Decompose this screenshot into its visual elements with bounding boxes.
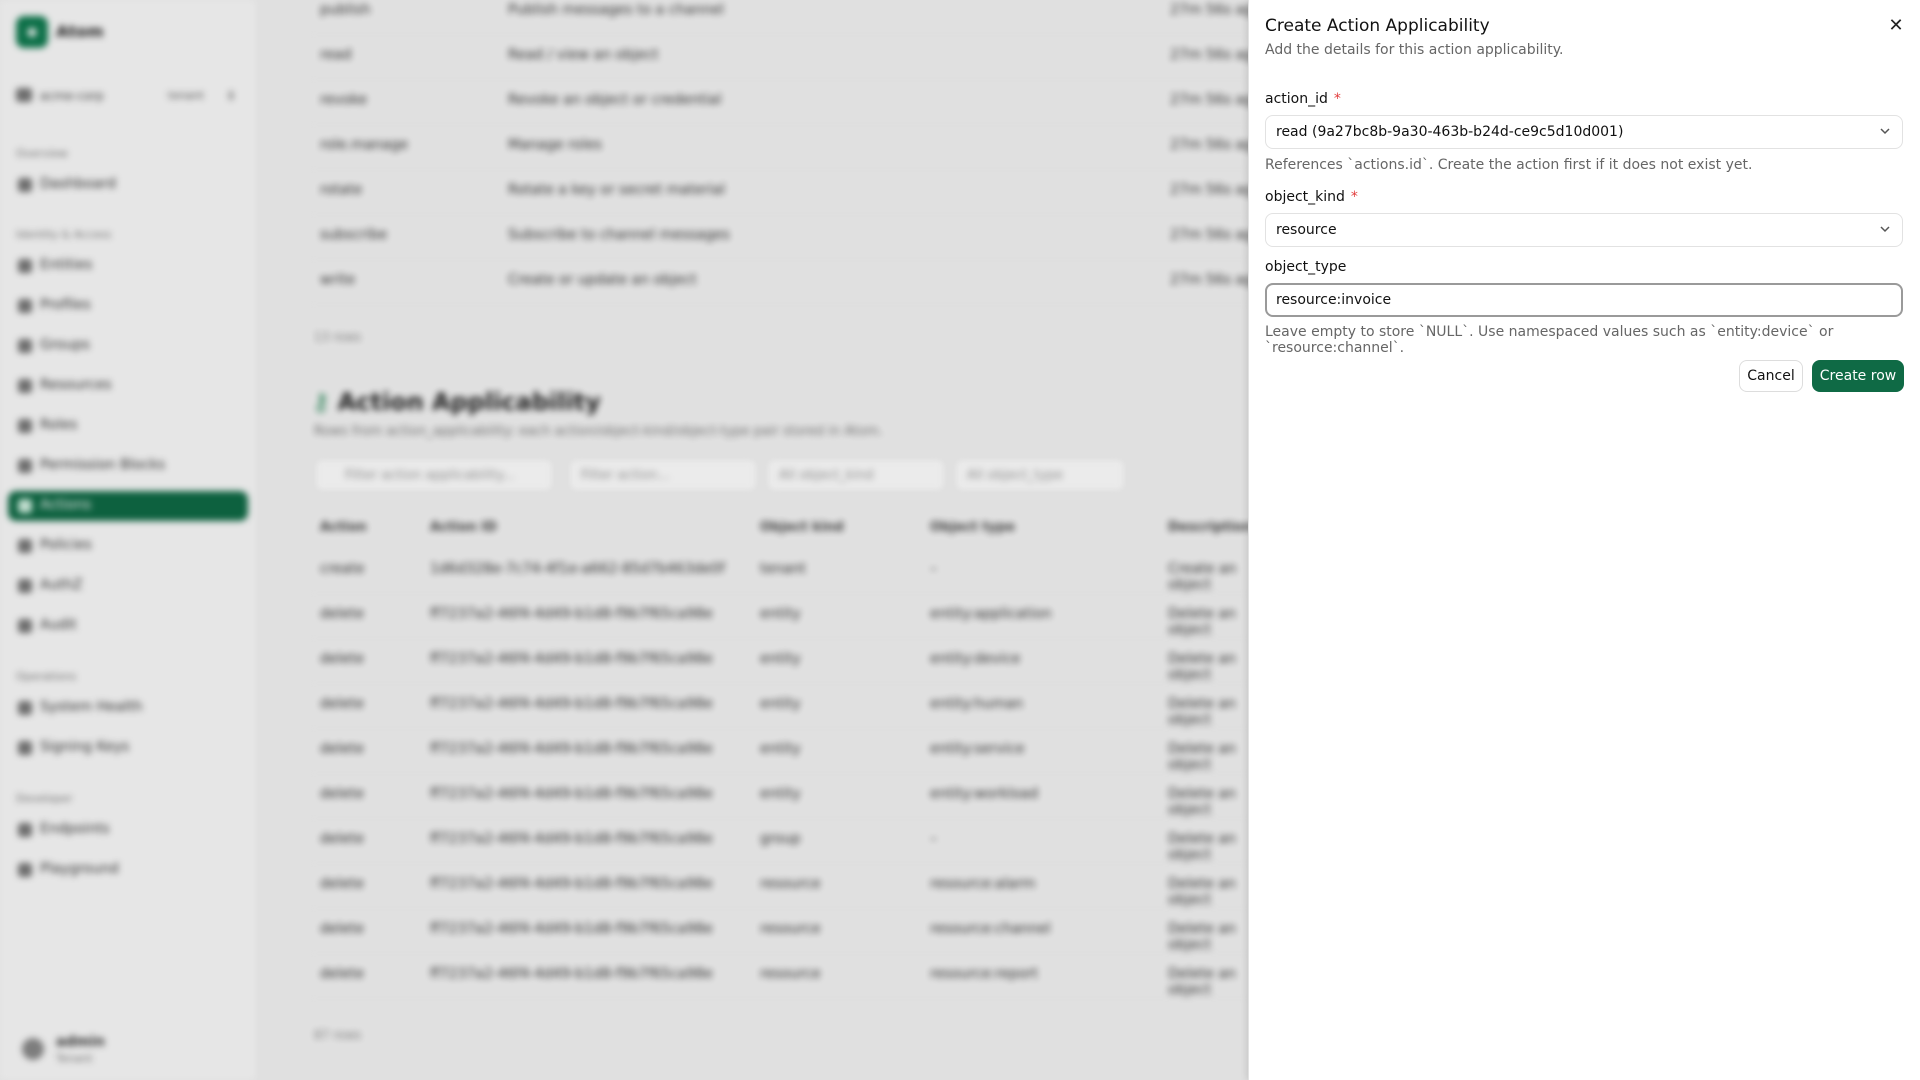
required-mark: * (1350, 189, 1358, 205)
action-id-label: action_id * (1265, 91, 1341, 107)
chevron-down-icon (1880, 226, 1890, 233)
cancel-button[interactable]: Cancel (1739, 360, 1803, 392)
drawer-subtitle: Add the details for this action applicab… (1265, 42, 1564, 58)
create-action-applicability-drawer: Create Action Applicability Add the deta… (1248, 0, 1920, 1080)
object-kind-select[interactable]: resource (1265, 213, 1903, 247)
action-id-help: References `actions.id`. Create the acti… (1265, 157, 1753, 173)
drawer-title: Create Action Applicability (1265, 16, 1490, 36)
create-row-button[interactable]: Create row (1812, 360, 1904, 392)
action-id-select[interactable]: read (9a27bc8b-9a30-463b-b24d-ce9c5d10d0… (1265, 115, 1903, 149)
action-id-value: read (9a27bc8b-9a30-463b-b24d-ce9c5d10d0… (1276, 124, 1624, 140)
object-kind-value: resource (1276, 222, 1337, 238)
close-icon[interactable]: ✕ (1883, 14, 1909, 40)
chevron-down-icon (1880, 128, 1890, 135)
object-type-input[interactable] (1265, 283, 1903, 317)
required-mark: * (1333, 91, 1341, 107)
modal-backdrop[interactable] (0, 0, 1248, 1080)
object-kind-label: object_kind * (1265, 189, 1358, 205)
object-type-help: Leave empty to store `NULL`. Use namespa… (1265, 324, 1834, 356)
object-type-label: object_type (1265, 259, 1347, 275)
